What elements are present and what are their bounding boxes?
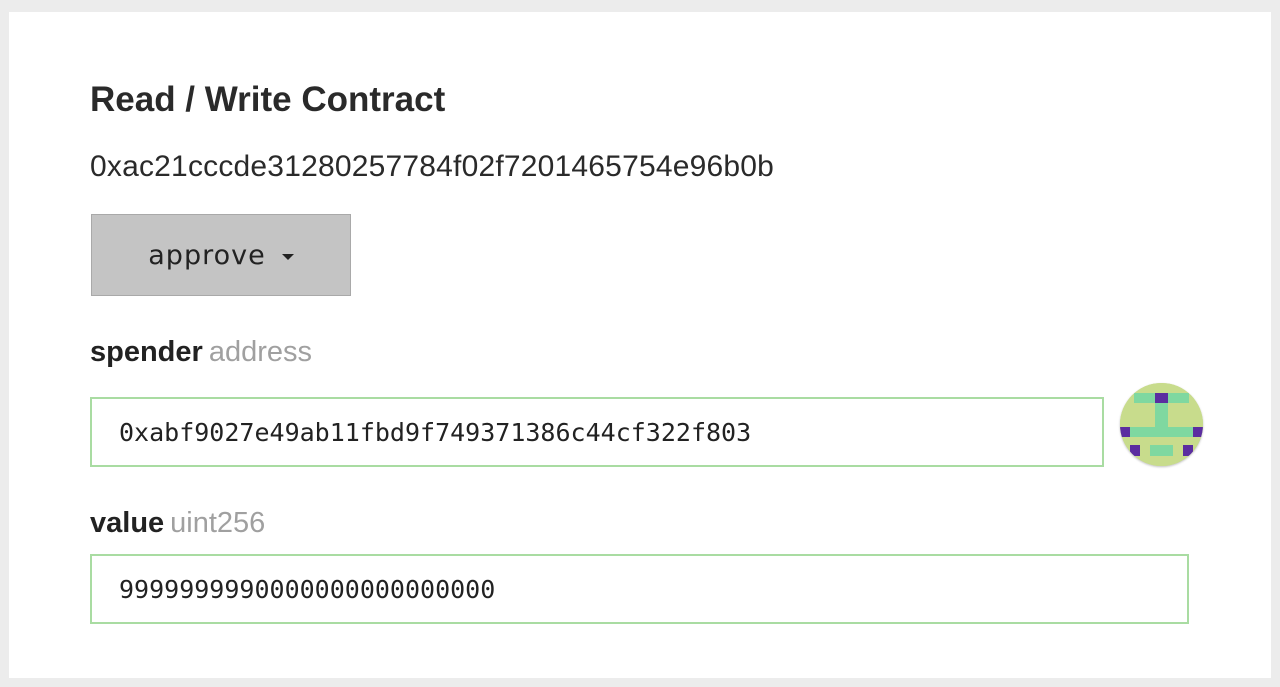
spender-param-name: spender <box>90 336 203 368</box>
contract-panel: Read / Write Contract 0xac21cccde3128025… <box>9 12 1271 678</box>
spender-param-type: address <box>208 336 312 368</box>
address-identicon <box>1120 383 1203 466</box>
caret-down-icon <box>281 254 294 260</box>
spender-label: spender address <box>90 336 312 369</box>
method-dropdown[interactable]: approve <box>91 214 351 296</box>
method-dropdown-label: approve <box>148 239 266 271</box>
value-label: value uint256 <box>90 507 265 540</box>
spender-input[interactable] <box>90 397 1104 467</box>
value-param-name: value <box>90 507 165 539</box>
value-input[interactable] <box>90 554 1189 624</box>
contract-address: 0xac21cccde31280257784f02f7201465754e96b… <box>90 150 775 183</box>
page-title: Read / Write Contract <box>90 80 446 119</box>
value-param-type: uint256 <box>170 507 266 539</box>
